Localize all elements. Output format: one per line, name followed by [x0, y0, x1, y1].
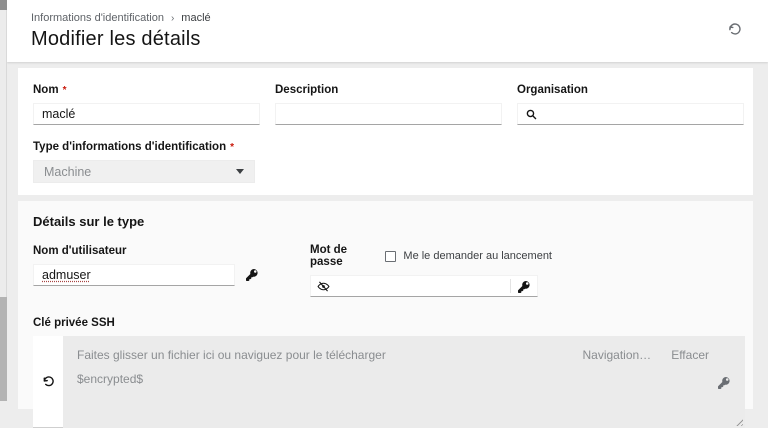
username-label: Nom d'utilisateur [33, 245, 126, 257]
key-icon[interactable] [715, 374, 733, 392]
resize-handle[interactable] [734, 417, 743, 426]
breadcrumb-separator: › [171, 13, 174, 24]
ssh-key-dropzone[interactable]: Faites glisser un fichier ici ou navigue… [63, 336, 745, 428]
password-field-group: Mot de passe Me le demander au lancement [310, 244, 538, 297]
name-input[interactable]: maclé [33, 103, 260, 125]
username-input[interactable]: admuser [33, 264, 235, 286]
breadcrumb: Informations d'identification › maclé [31, 12, 768, 24]
username-field-group: Nom d'utilisateur admuser [33, 244, 277, 297]
input-divider [510, 279, 511, 293]
type-details-heading: Détails sur le type [33, 214, 744, 229]
scrollbar-thumb[interactable] [0, 297, 7, 401]
file-actions: Navigation… Effacer [582, 343, 709, 367]
description-field-group: Description [275, 84, 502, 125]
name-field-group: Nom* maclé [33, 84, 260, 125]
details-card: Nom* maclé Description Organisation [18, 68, 753, 195]
vertical-scrollbar[interactable] [0, 0, 7, 401]
prompt-on-launch-label: Me le demander au lancement [403, 250, 552, 262]
page-header: Informations d'identification › maclé Mo… [7, 0, 768, 62]
name-label: Nom* [33, 84, 260, 96]
ssh-key-label: Clé privée SSH [33, 317, 744, 329]
organization-field-group: Organisation [517, 84, 744, 125]
required-asterisk: * [230, 142, 234, 153]
breadcrumb-current: maclé [181, 12, 210, 24]
ssh-key-value[interactable]: $encrypted$ [77, 367, 731, 391]
organization-label: Organisation [517, 84, 744, 96]
required-asterisk: * [63, 85, 67, 96]
prompt-on-launch-checkbox[interactable] [385, 251, 396, 262]
prompt-on-launch-group: Me le demander au lancement [385, 250, 552, 262]
clear-button[interactable]: Effacer [671, 343, 709, 367]
history-icon[interactable] [728, 22, 746, 40]
undo-icon[interactable] [42, 375, 55, 388]
description-input[interactable] [275, 103, 502, 125]
credential-type-label: Type d'informations d'identification* [33, 141, 744, 153]
eye-slash-icon[interactable] [317, 280, 330, 293]
password-input[interactable] [310, 275, 538, 297]
type-details-card: Détails sur le type Nom d'utilisateur ad… [18, 201, 753, 409]
key-icon[interactable] [515, 278, 533, 296]
credential-type-field-group: Type d'informations d'identification* Ma… [33, 141, 744, 183]
organization-input[interactable] [517, 103, 744, 125]
chevron-down-icon [236, 169, 244, 174]
browse-button[interactable]: Navigation… [582, 343, 651, 367]
breadcrumb-credentials-link[interactable]: Informations d'identification [31, 12, 164, 24]
description-label: Description [275, 84, 502, 96]
main-content: Nom* maclé Description Organisation [7, 62, 768, 401]
scroll-up-arrow[interactable] [0, 0, 7, 10]
ssh-key-upload: Faites glisser un fichier ici ou navigue… [33, 336, 745, 428]
ssh-key-field-group: Clé privée SSH Faites glisser un fichier… [33, 317, 744, 428]
password-label: Mot de passe [310, 244, 371, 268]
ssh-key-gutter [33, 336, 63, 428]
credential-type-dropdown[interactable]: Machine [33, 160, 255, 183]
page-title: Modifier les détails [31, 28, 768, 51]
key-icon[interactable] [243, 266, 261, 284]
search-icon [526, 109, 537, 120]
